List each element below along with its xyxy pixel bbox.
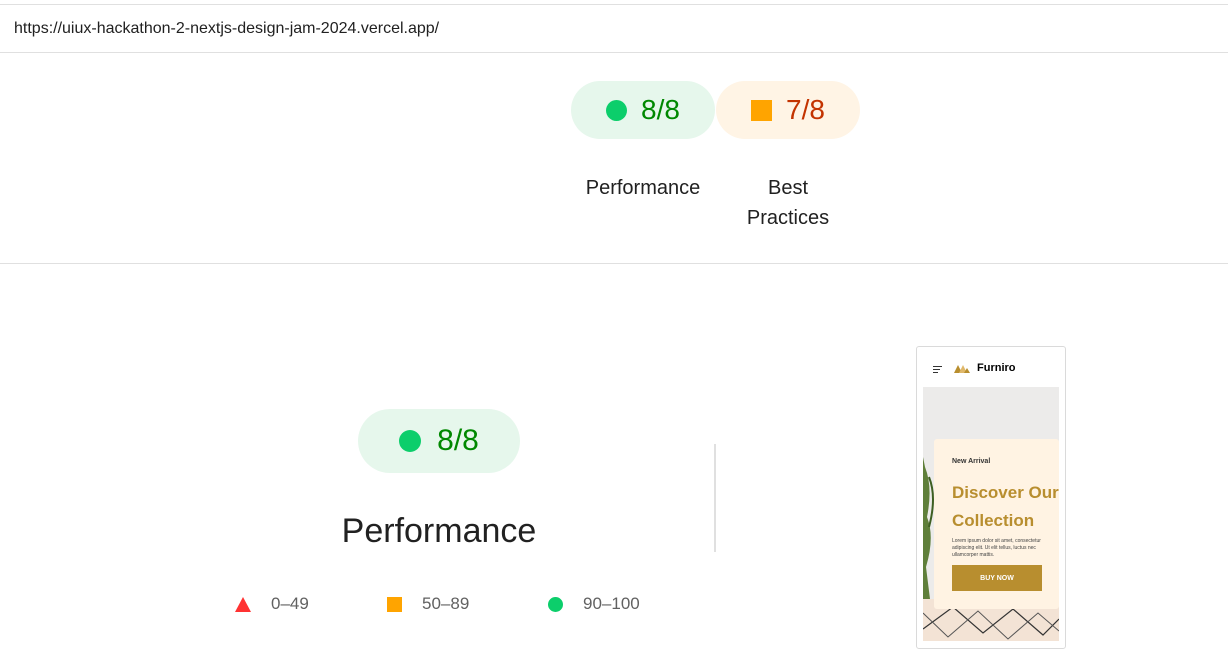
buy-now-button: BUY NOW: [952, 565, 1042, 591]
hero-headline-line1: Discover Our: [952, 483, 1059, 502]
pass-circle-icon: [548, 596, 563, 612]
page-url[interactable]: https://uiux-hackathon-2-nextjs-design-j…: [14, 20, 439, 38]
best-practices-label-line1: Best: [767, 177, 809, 199]
detail-score: 8/8: [437, 424, 479, 457]
best-practices-score-pill[interactable]: 7/8: [716, 81, 860, 139]
average-square-icon: [751, 99, 773, 121]
legend-fail-range: 0–49: [271, 594, 309, 613]
hero-card: New Arrival Discover Our Collection Lore…: [934, 439, 1059, 609]
vertical-separator: [714, 444, 716, 552]
performance-score-pill[interactable]: 8/8: [571, 81, 715, 139]
hero-headline: Discover Our Collection: [952, 479, 1059, 535]
legend-average-range: 50–89: [422, 594, 470, 613]
legend-pass-range: 90–100: [583, 594, 640, 613]
brand-name: Furniro: [977, 362, 1016, 374]
detail-title: Performance: [341, 512, 537, 550]
performance-score: 8/8: [641, 94, 680, 125]
best-practices-score: 7/8: [786, 94, 825, 125]
new-arrival-label: New Arrival: [952, 458, 991, 465]
hero-headline-line2: Collection: [952, 511, 1035, 530]
pass-circle-icon: [399, 430, 422, 452]
best-practices-label-line2: Practices: [746, 207, 830, 229]
performance-label-text: Performance: [585, 177, 701, 199]
legend-pass: 90–100: [548, 594, 640, 614]
legend-fail: 0–49: [235, 594, 309, 614]
pass-circle-icon: [606, 99, 628, 121]
best-practices-label[interactable]: Best Practices: [716, 173, 860, 233]
detail-score-pill: 8/8: [358, 409, 520, 473]
final-screenshot-thumbnail[interactable]: Furniro New Arrival Discover Our Collect…: [916, 346, 1066, 649]
menu-icon: [933, 366, 942, 375]
furniro-logo-icon: [954, 365, 970, 373]
fail-triangle-icon: [235, 596, 251, 612]
legend-average: 50–89: [387, 594, 469, 614]
site-header: Furniro: [917, 347, 1065, 387]
average-square-icon: [387, 596, 402, 612]
section-divider: [0, 263, 1228, 264]
url-bar: https://uiux-hackathon-2-nextjs-design-j…: [0, 5, 1228, 53]
hero-image: New Arrival Discover Our Collection Lore…: [923, 387, 1059, 641]
hero-body-text: Lorem ipsum dolor sit amet, consectetur …: [952, 538, 1041, 558]
performance-label[interactable]: Performance: [571, 173, 715, 203]
